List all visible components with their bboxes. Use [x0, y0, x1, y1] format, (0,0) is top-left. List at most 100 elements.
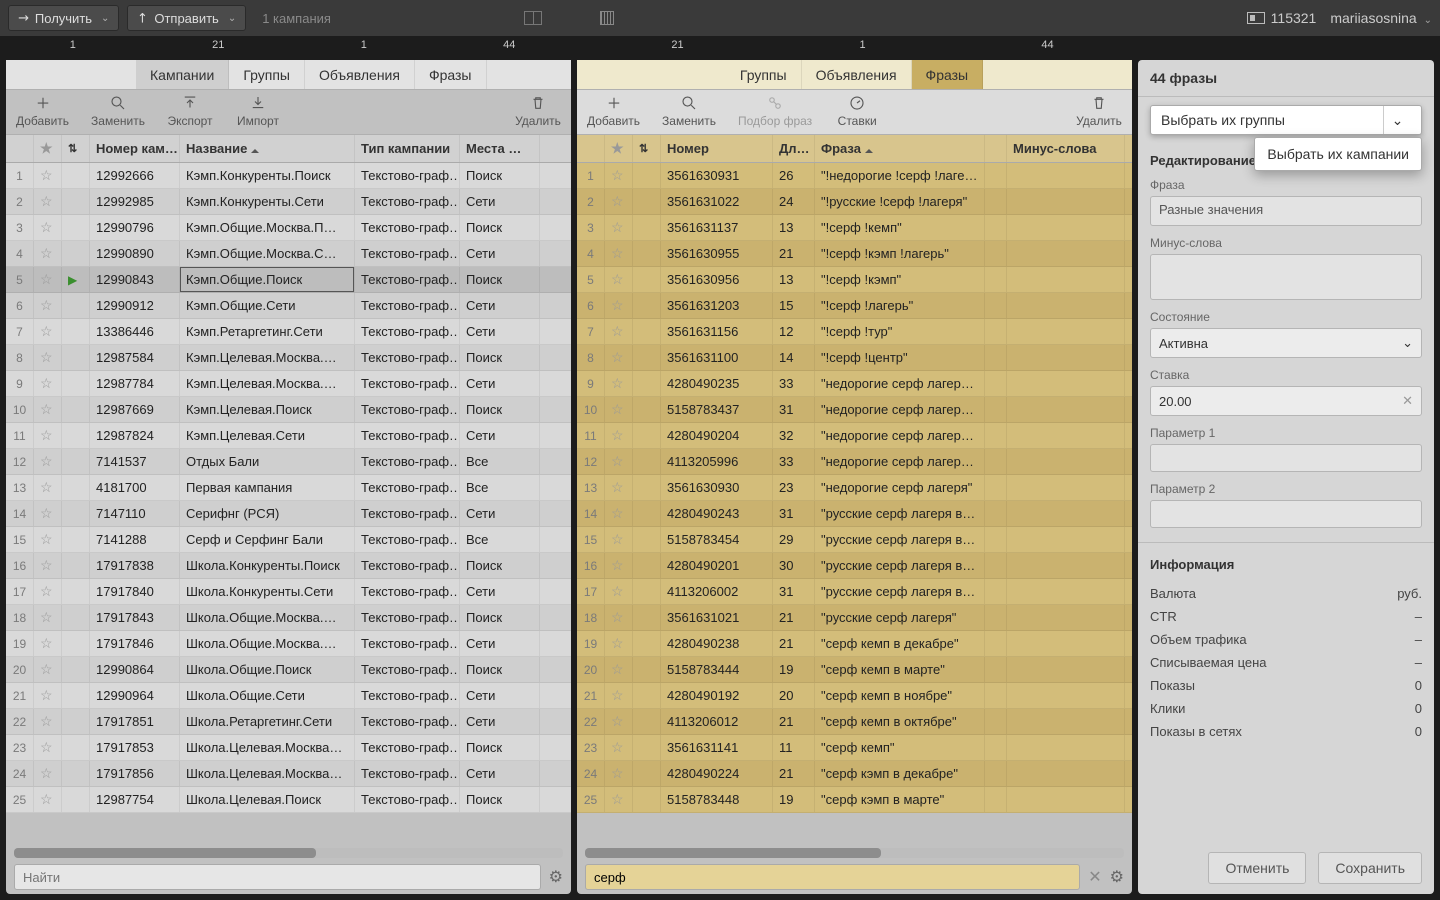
table-row[interactable]: 13☆4181700Первая кампанияТекстово-граф…В…	[6, 475, 571, 501]
table-row[interactable]: 15☆515878345429"русские серф лагеря в…	[577, 527, 1132, 553]
star-icon[interactable]: ☆	[605, 683, 633, 708]
star-icon[interactable]: ☆	[34, 657, 62, 682]
star-icon[interactable]: ☆	[605, 163, 633, 188]
table-row[interactable]: 19☆17917846Школа.Общие.Москва.…Текстово-…	[6, 631, 571, 657]
star-icon[interactable]: ☆	[605, 657, 633, 682]
star-icon[interactable]: ☆	[605, 449, 633, 474]
param1-field[interactable]	[1150, 444, 1422, 472]
table-row[interactable]: 24☆428049022421"серф кэмп в декабре"	[577, 761, 1132, 787]
col-index[interactable]	[577, 135, 605, 162]
star-icon[interactable]: ☆	[605, 553, 633, 578]
tab-ads[interactable]: Объявления	[802, 60, 912, 89]
table-row[interactable]: 9☆428049023533"недорогие серф лагер…	[577, 371, 1132, 397]
replace-button[interactable]: Заменить	[91, 94, 145, 128]
search-input[interactable]	[14, 864, 541, 890]
save-button[interactable]: Сохранить	[1318, 852, 1422, 884]
table-row[interactable]: 16☆17917838Школа.Конкуренты.ПоискТекстов…	[6, 553, 571, 579]
table-row[interactable]: 1☆12992666Кэмп.Конкуренты.ПоискТекстово-…	[6, 163, 571, 189]
col-star[interactable]: ★	[605, 135, 633, 162]
table-row[interactable]: 2☆12992985Кэмп.Конкуренты.СетиТекстово-г…	[6, 189, 571, 215]
table-row[interactable]: 7☆13386446Кэмп.Ретаргетинг.СетиТекстово-…	[6, 319, 571, 345]
gear-icon[interactable]: ⚙	[549, 867, 563, 887]
state-select[interactable]: Активна⌄	[1150, 328, 1422, 358]
star-icon[interactable]: ☆	[605, 475, 633, 500]
star-icon[interactable]: ☆	[605, 735, 633, 760]
col-number[interactable]: Номер кам…	[90, 135, 180, 162]
col-place[interactable]: Места …	[460, 135, 540, 162]
search-input[interactable]	[585, 864, 1080, 890]
star-icon[interactable]: ☆	[34, 189, 62, 214]
export-button[interactable]: Экспорт	[167, 94, 213, 128]
tab-phrases[interactable]: Фразы	[415, 60, 487, 89]
table-row[interactable]: 3☆12990796Кэмп.Общие.Москва.П…Текстово-г…	[6, 215, 571, 241]
tab-ads[interactable]: Объявления	[305, 60, 415, 89]
star-icon[interactable]: ☆	[605, 787, 633, 812]
cancel-button[interactable]: Отменить	[1208, 852, 1306, 884]
star-icon[interactable]: ☆	[34, 293, 62, 318]
table-row[interactable]: 22☆17917851Школа.Ретаргетинг.СетиТекстов…	[6, 709, 571, 735]
table-row[interactable]: 23☆356163114111"серф кемп"	[577, 735, 1132, 761]
star-icon[interactable]: ☆	[605, 579, 633, 604]
film-icon[interactable]	[595, 6, 619, 30]
select-dropdown-item[interactable]: Выбрать их кампании	[1254, 137, 1422, 171]
star-icon[interactable]: ☆	[34, 397, 62, 422]
col-star[interactable]: ★	[34, 135, 62, 162]
select-groups[interactable]: Выбрать их группы ⌄	[1150, 105, 1422, 135]
col-index[interactable]	[6, 135, 34, 162]
clear-icon[interactable]: ✕	[1402, 393, 1413, 409]
table-row[interactable]: 22☆411320601221"серф кемп в октябре"	[577, 709, 1132, 735]
minus-field[interactable]	[1150, 254, 1422, 300]
col-minus[interactable]: Минус-слова	[1007, 135, 1125, 162]
col-number[interactable]: Номер	[661, 135, 773, 162]
split-icon[interactable]	[521, 6, 545, 30]
table-row[interactable]: 6☆12990912Кэмп.Общие.СетиТекстово-граф…С…	[6, 293, 571, 319]
table-row[interactable]: 4☆356163095521"!серф !кэмп !лагерь"	[577, 241, 1132, 267]
table-row[interactable]: 24☆17917856Школа.Целевая.Москва…Текстово…	[6, 761, 571, 787]
table-row[interactable]: 21☆12990964Школа.Общие.СетиТекстово-граф…	[6, 683, 571, 709]
table-row[interactable]: 12☆411320599633"недорогие серф лагер…	[577, 449, 1132, 475]
table-row[interactable]: 5☆356163095613"!серф !кэмп"	[577, 267, 1132, 293]
table-row[interactable]: 5☆▶12990843Кэмп.Общие.ПоискТекстово-граф…	[6, 267, 571, 293]
table-row[interactable]: 3☆356163113713"!серф !кемп"	[577, 215, 1132, 241]
param2-field[interactable]	[1150, 500, 1422, 528]
tab-groups[interactable]: Группы	[229, 60, 305, 89]
tab-groups[interactable]: Группы	[726, 60, 802, 89]
star-icon[interactable]: ☆	[605, 345, 633, 370]
star-icon[interactable]: ☆	[34, 163, 62, 188]
star-icon[interactable]: ☆	[605, 423, 633, 448]
star-icon[interactable]: ☆	[34, 605, 62, 630]
star-icon[interactable]: ☆	[34, 709, 62, 734]
star-icon[interactable]: ☆	[34, 761, 62, 786]
add-button[interactable]: Добавить	[16, 94, 69, 128]
star-icon[interactable]: ☆	[34, 579, 62, 604]
table-row[interactable]: 23☆17917853Школа.Целевая.Москва…Текстово…	[6, 735, 571, 761]
send-button[interactable]: ↗ Отправить ⌄	[127, 5, 246, 31]
table-row[interactable]: 20☆515878344419"серф кемп в марте"	[577, 657, 1132, 683]
star-icon[interactable]: ☆	[605, 631, 633, 656]
star-icon[interactable]: ☆	[34, 319, 62, 344]
left-grid[interactable]: 1☆12992666Кэмп.Конкуренты.ПоискТекстово-…	[6, 163, 571, 848]
user-menu[interactable]: mariiasosnina ⌄	[1330, 10, 1432, 26]
table-row[interactable]: 10☆515878343731"недорогие серф лагер…	[577, 397, 1132, 423]
star-icon[interactable]: ☆	[605, 215, 633, 240]
col-length[interactable]: Дл…	[773, 135, 815, 162]
table-row[interactable]: 25☆12987754Школа.Целевая.ПоискТекстово-г…	[6, 787, 571, 813]
delete-button[interactable]: Удалить	[1076, 94, 1122, 128]
col-type[interactable]: Тип кампании	[355, 135, 460, 162]
star-icon[interactable]: ☆	[605, 319, 633, 344]
table-row[interactable]: 1☆356163093126"!недорогие !серф !лаге…	[577, 163, 1132, 189]
star-icon[interactable]: ☆	[605, 527, 633, 552]
clear-icon[interactable]: ✕	[1088, 867, 1101, 887]
star-icon[interactable]: ☆	[34, 527, 62, 552]
table-row[interactable]: 16☆428049020130"русские серф лагеря в…	[577, 553, 1132, 579]
table-row[interactable]: 25☆515878344819"серф кэмп в марте"	[577, 787, 1132, 813]
table-row[interactable]: 4☆12990890Кэмп.Общие.Москва.С…Текстово-г…	[6, 241, 571, 267]
tab-campaigns[interactable]: Кампании	[136, 60, 229, 89]
table-row[interactable]: 2☆356163102224"!русские !серф !лагеря"	[577, 189, 1132, 215]
star-icon[interactable]: ☆	[34, 345, 62, 370]
col-name[interactable]: Название	[180, 135, 355, 162]
star-icon[interactable]: ☆	[34, 215, 62, 240]
table-row[interactable]: 20☆12990864Школа.Общие.ПоискТекстово-гра…	[6, 657, 571, 683]
star-icon[interactable]: ☆	[34, 371, 62, 396]
star-icon[interactable]: ☆	[34, 475, 62, 500]
